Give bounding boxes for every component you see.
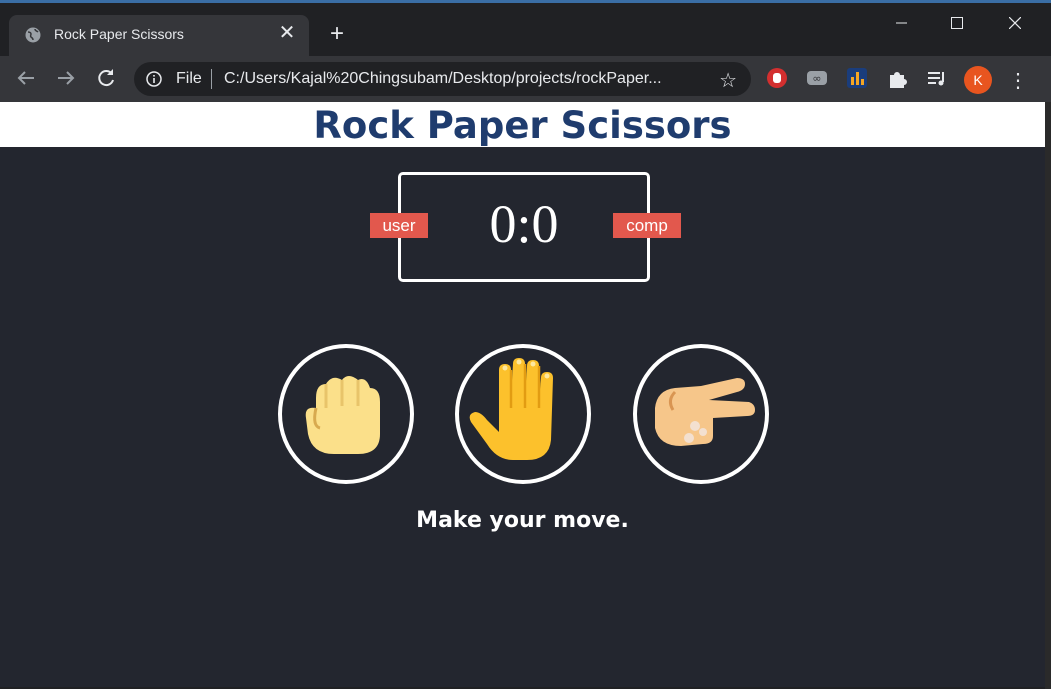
victory-hand-icon (655, 378, 755, 446)
paper-choice-button[interactable] (455, 344, 591, 484)
close-tab-icon[interactable]: ✕ (277, 23, 297, 43)
address-divider (211, 69, 212, 89)
hand-icon (469, 358, 553, 460)
browser-toolbar: File C:/Users/Kajal%20Chingsubam/Desktop… (0, 56, 1051, 102)
info-icon[interactable] (146, 71, 162, 87)
bookmark-star-icon[interactable]: ☆ (719, 68, 737, 93)
address-bar[interactable]: File C:/Users/Kajal%20Chingsubam/Desktop… (134, 62, 751, 96)
tab-rock-paper-scissors[interactable]: Rock Paper Scissors ✕ (9, 15, 309, 56)
extension-stop-hand-icon[interactable] (766, 67, 788, 89)
profile-avatar[interactable]: K (964, 66, 992, 94)
maximize-button[interactable] (935, 8, 981, 38)
extension-chart-icon[interactable] (846, 67, 868, 89)
reload-icon[interactable] (94, 66, 118, 90)
score-display: 0:0 (489, 194, 559, 254)
page-title: Rock Paper Scissors (313, 104, 732, 147)
scheme-label: File (176, 70, 202, 87)
back-arrow-icon[interactable] (14, 66, 38, 90)
new-tab-button[interactable]: + (325, 22, 349, 46)
close-window-icon (1009, 17, 1021, 29)
status-message: Make your move. (416, 508, 629, 533)
close-window-button[interactable] (993, 8, 1039, 38)
url-text[interactable]: C:/Users/Kajal%20Chingsubam/Desktop/proj… (224, 70, 662, 88)
comp-badge: comp (613, 213, 681, 238)
scissors-choice-button[interactable] (633, 344, 769, 484)
forward-arrow-icon[interactable] (54, 66, 78, 90)
rock-choice-button[interactable] (278, 344, 414, 484)
user-badge: user (370, 213, 428, 238)
game-page: Rock Paper Scissors 0:0 user comp Make y… (0, 102, 1045, 687)
svg-text:∞: ∞ (812, 72, 821, 85)
extension-infinity-icon[interactable]: ∞ (806, 67, 828, 89)
globe-icon (25, 27, 41, 43)
maximize-icon (951, 17, 963, 29)
page-header: Rock Paper Scissors (0, 102, 1045, 147)
minimize-icon (896, 22, 907, 24)
extensions-puzzle-icon[interactable] (886, 67, 908, 89)
tab-title: Rock Paper Scissors (54, 26, 184, 42)
window-edge (1045, 102, 1051, 689)
fist-icon (305, 376, 380, 454)
browser-menu-icon[interactable]: ⋮ (1008, 68, 1028, 92)
minimize-button[interactable] (880, 8, 926, 38)
media-queue-icon[interactable] (926, 67, 948, 89)
tab-strip: Rock Paper Scissors ✕ + (0, 3, 1051, 56)
